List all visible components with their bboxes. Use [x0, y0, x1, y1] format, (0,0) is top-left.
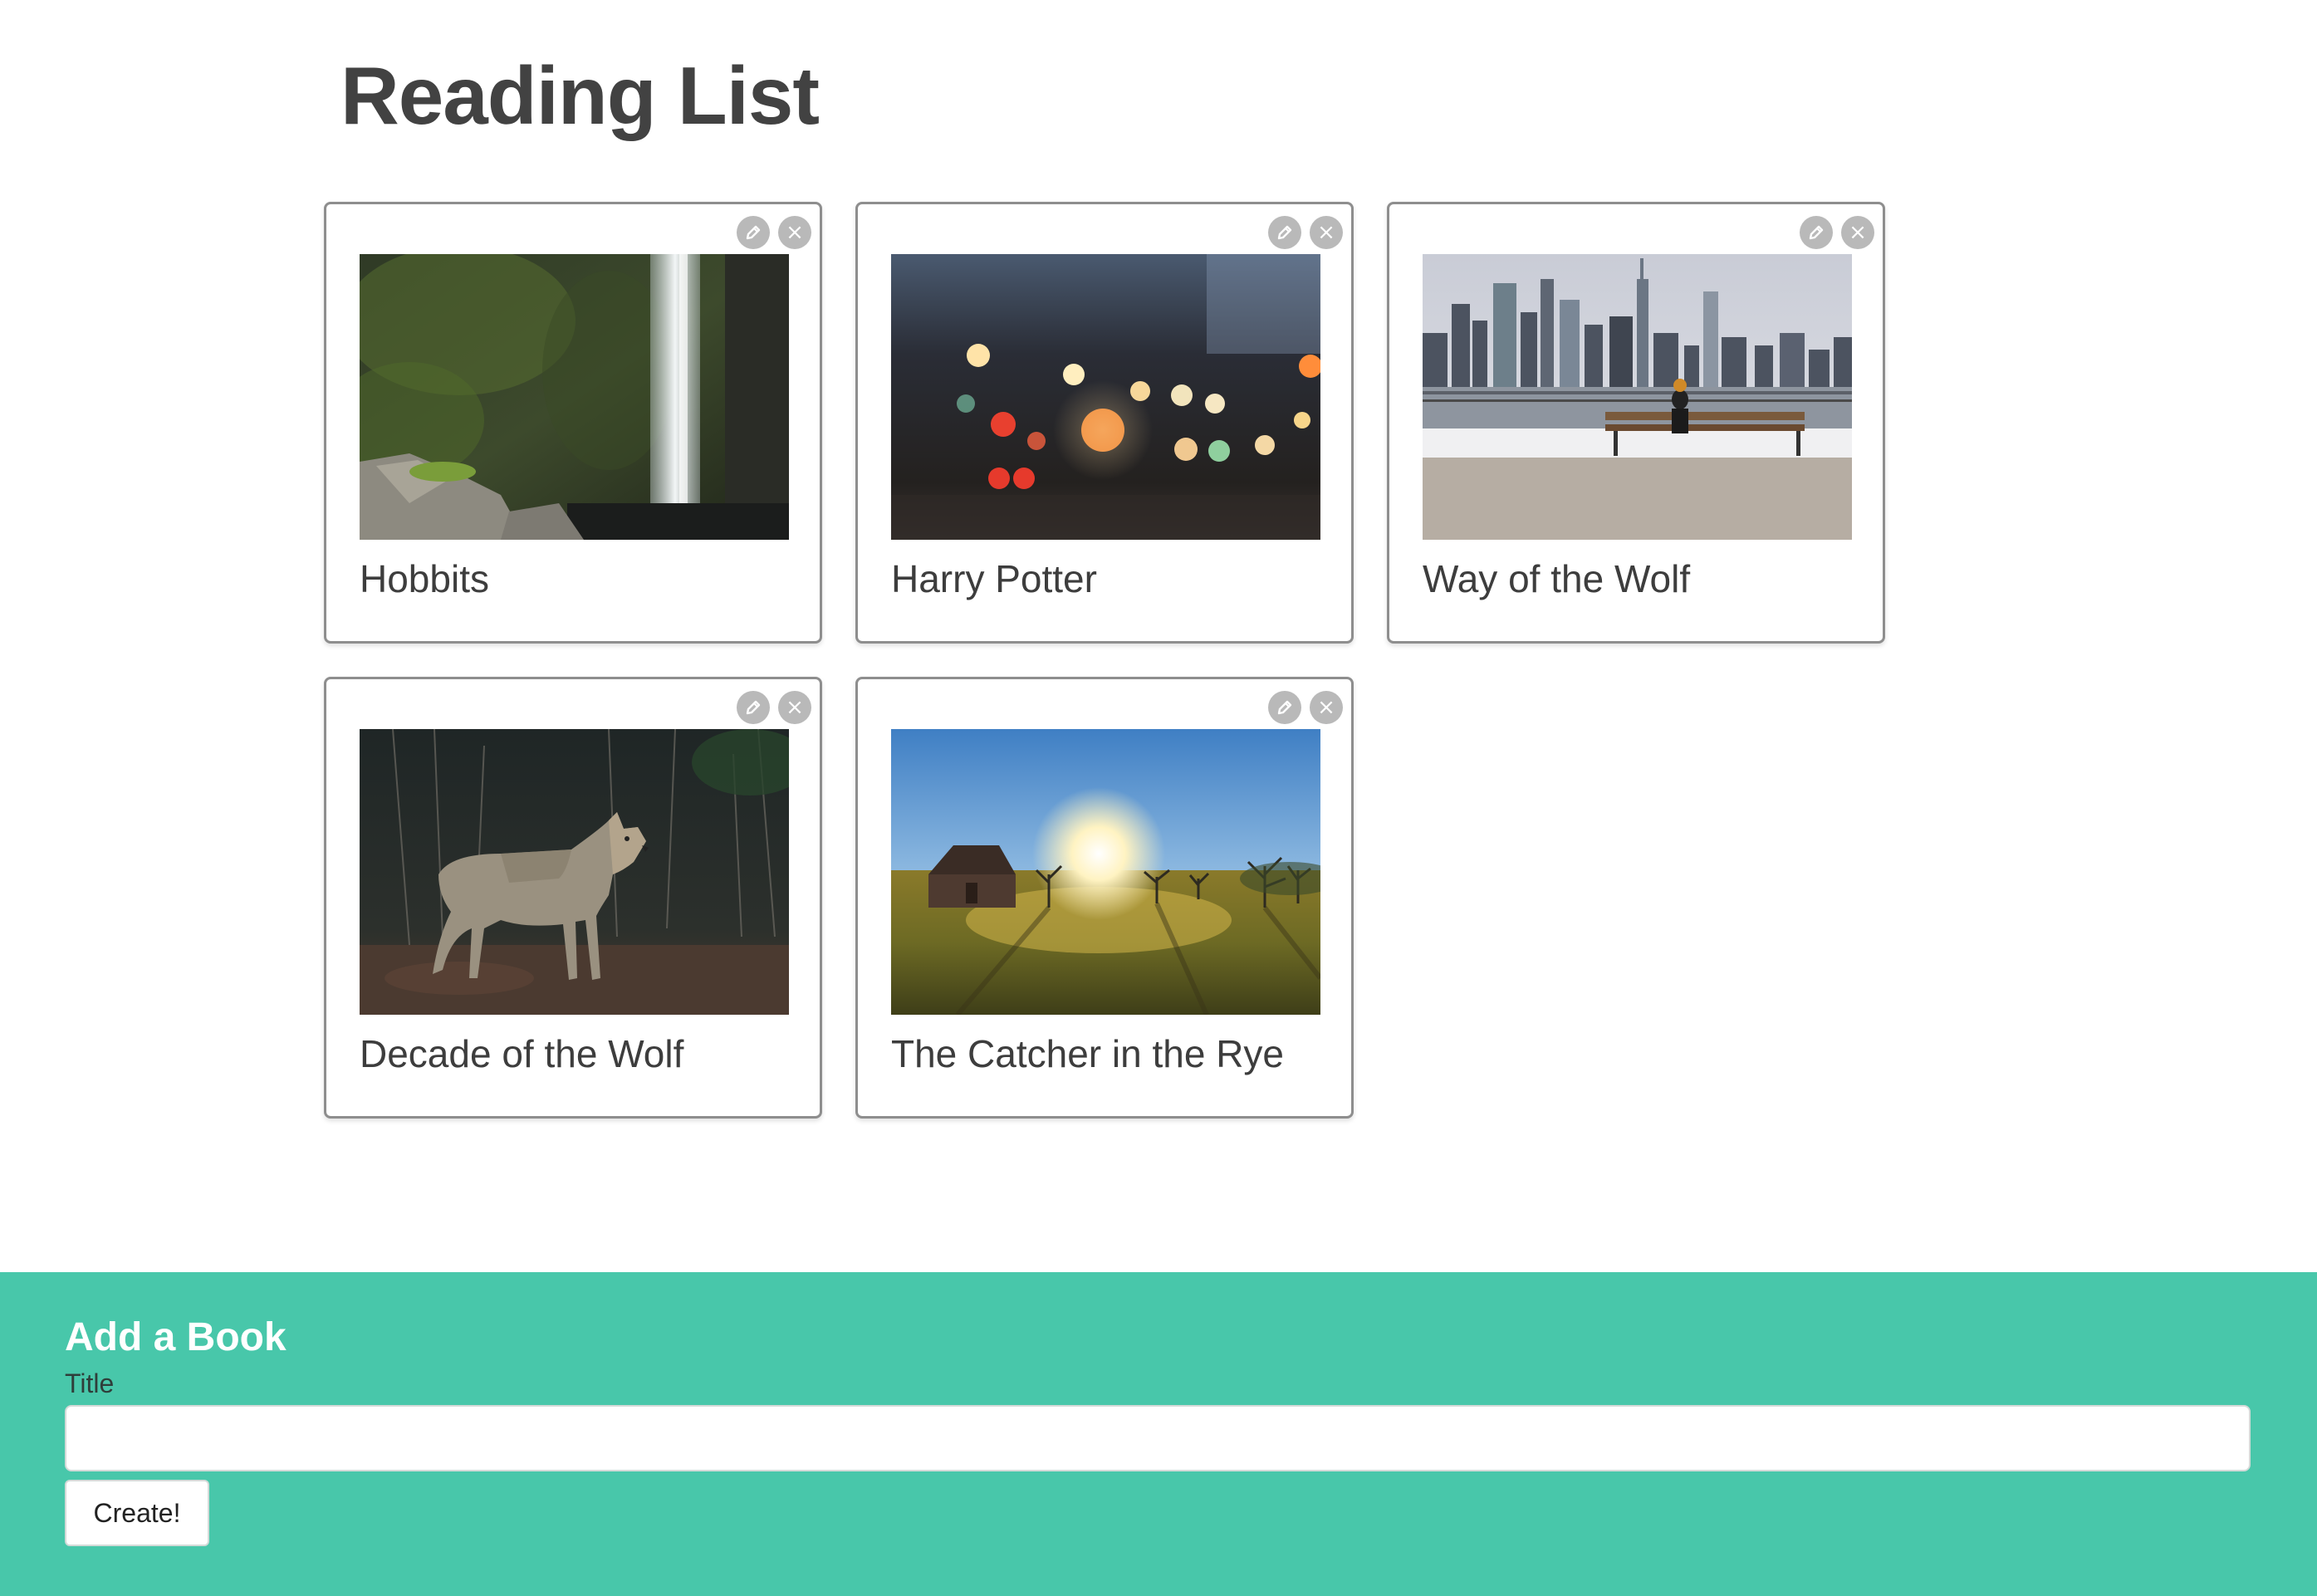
book-card: × [855, 202, 1354, 644]
book-cover-image [891, 729, 1320, 1015]
edit-button[interactable] [737, 216, 770, 249]
pencil-icon [1807, 223, 1825, 242]
card-actions: × [737, 691, 811, 724]
delete-button[interactable]: × [1841, 216, 1874, 249]
card-actions: × [1800, 216, 1874, 249]
delete-button[interactable]: × [778, 691, 811, 724]
close-icon: × [786, 695, 804, 720]
edit-button[interactable] [1268, 691, 1301, 724]
close-icon: × [1317, 695, 1335, 720]
add-book-panel: Add a Book Title Create! [0, 1272, 2317, 1596]
title-label: Title [65, 1368, 115, 1398]
edit-button[interactable] [1268, 216, 1301, 249]
book-title: Hobbits [360, 557, 489, 600]
create-button[interactable]: Create! [65, 1480, 209, 1546]
book-title: Harry Potter [891, 557, 1097, 600]
card-actions: × [1268, 691, 1343, 724]
book-card: × [855, 677, 1354, 1119]
book-title: Decade of the Wolf [360, 1032, 684, 1075]
close-icon: × [786, 220, 804, 245]
delete-button[interactable]: × [1310, 216, 1343, 249]
book-title: Way of the Wolf [1423, 557, 1691, 600]
card-actions: × [1268, 216, 1343, 249]
pencil-icon [1276, 698, 1294, 717]
book-title: The Catcher in the Rye [891, 1032, 1285, 1075]
book-grid: × Hobbits × Harry Potter × Way of the Wo… [324, 202, 1902, 1119]
close-icon: × [1849, 220, 1867, 245]
book-cover-image [1423, 254, 1852, 540]
pencil-icon [1276, 223, 1294, 242]
delete-button[interactable]: × [778, 216, 811, 249]
add-book-heading: Add a Book [65, 1315, 287, 1359]
edit-button[interactable] [1800, 216, 1833, 249]
pencil-icon [744, 223, 762, 242]
delete-button[interactable]: × [1310, 691, 1343, 724]
book-card: × [324, 677, 822, 1119]
card-actions: × [737, 216, 811, 249]
book-cover-image [891, 254, 1320, 540]
book-card: × [324, 202, 822, 644]
book-cover-image [360, 254, 789, 540]
pencil-icon [744, 698, 762, 717]
page-title: Reading List [340, 50, 820, 141]
book-card: × [1387, 202, 1885, 644]
close-icon: × [1317, 220, 1335, 245]
edit-button[interactable] [737, 691, 770, 724]
title-input[interactable] [65, 1405, 2251, 1471]
book-cover-image [360, 729, 789, 1015]
